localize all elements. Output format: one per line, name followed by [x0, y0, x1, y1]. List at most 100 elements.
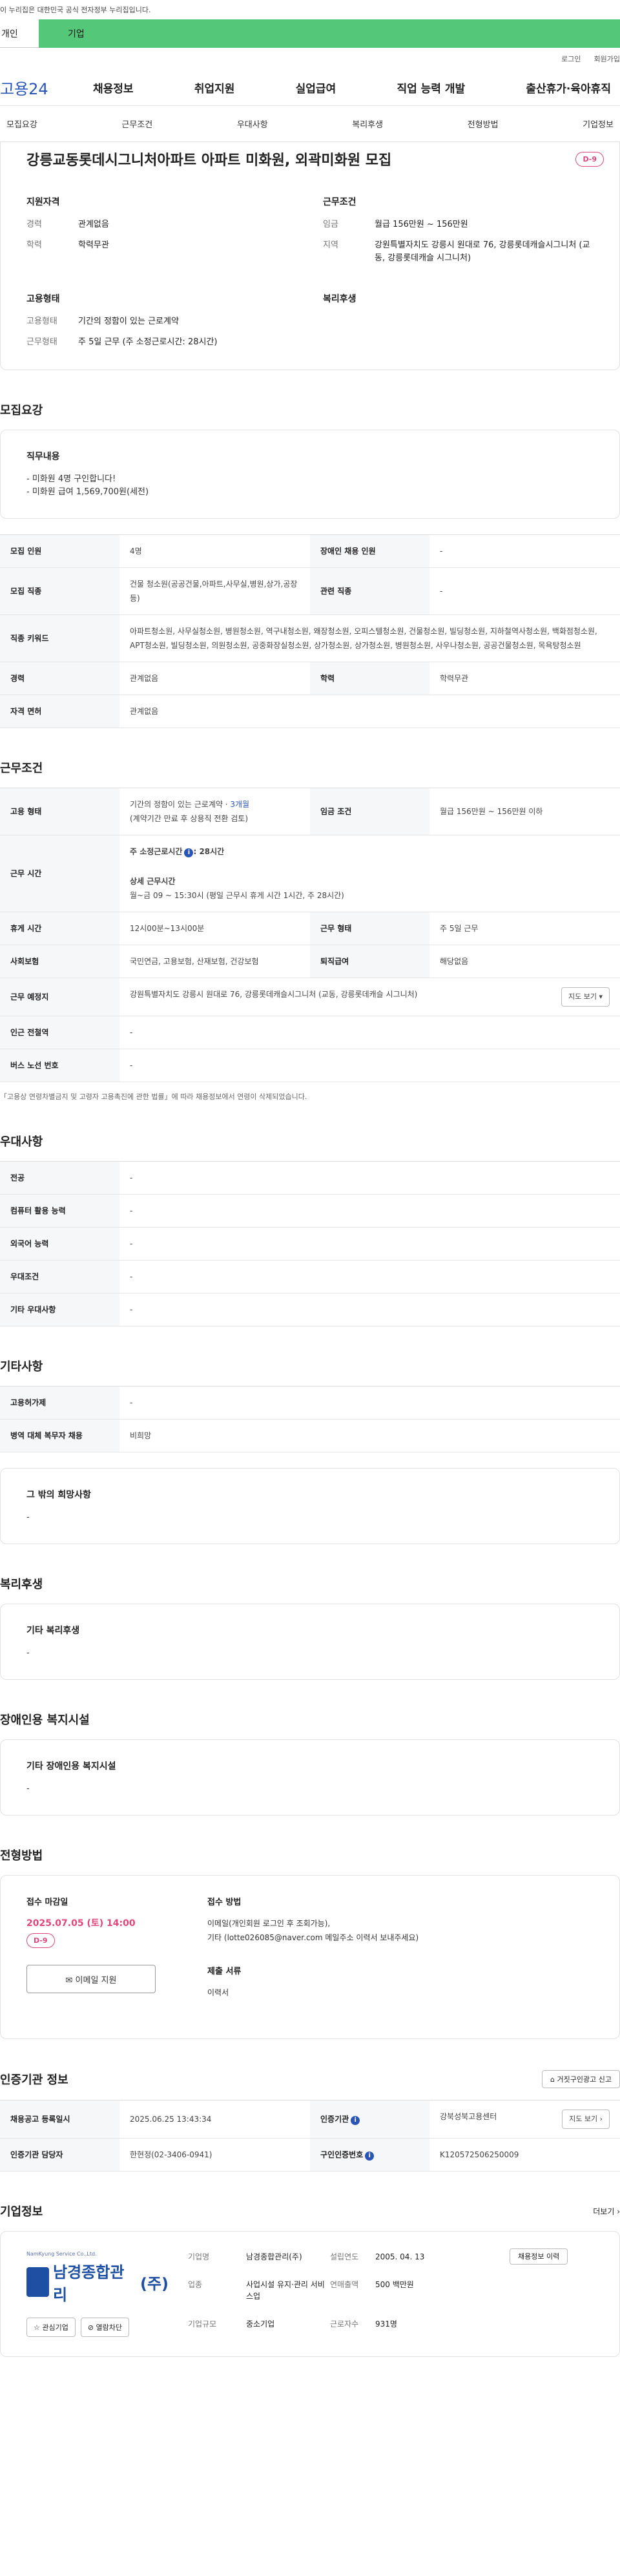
label: 퇴직급여	[310, 945, 429, 978]
label: 인근 전철역	[0, 1016, 119, 1049]
label: 고용허가제	[0, 1386, 119, 1419]
recruit-table: 모집 인원 4명 장애인 채용 인원 - 모집 직종 건물 청소원(공공건물,아…	[0, 534, 620, 728]
label: 채용공고 등록일시	[0, 2100, 119, 2139]
more-link[interactable]: 더보기 ›	[593, 2206, 620, 2217]
join-link[interactable]: 회원가입	[594, 54, 620, 64]
site-logo[interactable]: 고용24	[0, 76, 84, 99]
place-value: 강원특별자치도 강릉시 원대로 76, 강릉롯데캐슬시그니처 (교동, 강릉롯데…	[130, 990, 418, 999]
docs-value: 이력서	[207, 1988, 229, 1997]
company-logo-tag: (주)	[140, 2274, 169, 2293]
value: -	[429, 534, 620, 568]
table-row: 고용 형태 기간의 정함이 있는 근로계약 · 3개월 (계약기간 만료 후 상용…	[0, 788, 620, 835]
value: -	[119, 1386, 620, 1419]
value: 해당없음	[429, 945, 620, 978]
label: 근무 예정지	[0, 978, 119, 1016]
map-view-button[interactable]: 지도 보기 ▾	[561, 987, 610, 1007]
label: 근무 형태	[310, 912, 429, 945]
label: 우대조건	[0, 1260, 119, 1293]
table-row: 근무 예정지 지도 보기 ▾ 강원특별자치도 강릉시 원대로 76, 강릉롯데캐슬…	[0, 978, 620, 1016]
summary-education: 학력 학력무관	[26, 239, 297, 252]
mail-icon: ✉	[65, 1975, 76, 1985]
label-text: 구인인증번호	[320, 2150, 364, 2159]
table-row: 자격 면허 관계없음	[0, 695, 620, 728]
value-text: 기간의 정함이 있는 근로계약 ·	[130, 800, 231, 809]
label: 모집 인원	[0, 534, 119, 568]
label: 고용형태	[26, 317, 57, 326]
value: -	[119, 1016, 620, 1049]
tab-preference[interactable]: 우대사항	[231, 118, 274, 130]
tab-conditions[interactable]: 근무조건	[115, 118, 159, 130]
label: 임금 조건	[310, 788, 429, 835]
gnb-item-jobs[interactable]: 채용정보	[84, 79, 143, 96]
table-row: 사회보험 국민연금, 고용보험, 산재보험, 건강보험 퇴직급여 해당없음	[0, 945, 620, 978]
value: -	[119, 1161, 620, 1195]
company-logo-en: NamKyung Service Co.,Ltd.	[26, 2251, 97, 2257]
tab-recruit[interactable]: 모집요강	[0, 118, 44, 130]
section-title-etc: 기타사항	[0, 1360, 43, 1374]
block-company-button[interactable]: ⊘ 열람차단	[80, 2318, 130, 2337]
gnb-item-training[interactable]: 직업 능력 개발	[388, 79, 474, 96]
label: 휴게 시간	[0, 912, 119, 945]
table-row: 버스 노선 번호 -	[0, 1049, 620, 1082]
company-header: 기업정보 더보기 ›	[0, 2203, 620, 2219]
value: -	[429, 567, 620, 615]
value: 관계없음	[119, 695, 620, 728]
info-icon[interactable]: i	[351, 2116, 360, 2125]
job-title: 강릉교동롯데시그니처아파트 아파트 미화원, 외곽미화원 모집	[26, 152, 392, 169]
label: 기업규모	[188, 2319, 217, 2329]
summary-type: 고용형태 기간의 정함이 있는 근로계약	[26, 315, 297, 328]
etc-box-value: -	[26, 1513, 30, 1522]
report-fake-ad-button[interactable]: ⌂ 거짓구인광고 신고	[542, 2070, 620, 2088]
value: 강원특별자치도 강릉시 원대로 76, 강릉롯데캐슬시그니처 (교동, 강릉롯데…	[375, 240, 590, 263]
gnb-item-leave[interactable]: 출산휴가·육아휴직	[517, 79, 620, 96]
tab-apply-method[interactable]: 전형방법	[461, 118, 505, 130]
section-title-company: 기업정보	[0, 2205, 43, 2219]
value: 2025.06.25 13:43:34	[119, 2100, 310, 2139]
value: 주 소정근로시간 i: 28시간 상세 근무시간 월~금 09 ~ 15:30시 …	[119, 835, 620, 912]
section-title-recruit: 모집요강	[0, 404, 43, 417]
company-logo-mark: 남경종합관리 (주)	[26, 2259, 169, 2305]
label: 연매출액	[330, 2280, 359, 2289]
home-icon: ⌂	[550, 2075, 557, 2084]
duty-title: 직무내용	[26, 452, 60, 462]
gnb-item-unemployment[interactable]: 실업급여	[287, 79, 346, 96]
label: 임금	[323, 220, 338, 229]
label: 근무형태	[26, 337, 57, 347]
info-icon[interactable]: i	[184, 848, 194, 857]
agency-header: 인증기관 정보 ⌂ 거짓구인광고 신고	[0, 2070, 620, 2088]
gnb-menu: 채용정보 취업지원 실업급여 직업 능력 개발 출산휴가·육아휴직	[84, 79, 620, 96]
preference-table: 전공 - 컴퓨터 활용 능력 - 외국어 능력 - 우대조건 - 기타 우대사항 -	[0, 1161, 620, 1326]
email-apply-button[interactable]: ✉ 이메일 지원	[26, 1965, 156, 1993]
company-job-history-button[interactable]: 채용정보 이력	[510, 2248, 568, 2265]
value-text: 강북성북고용센터	[440, 2112, 497, 2121]
tab-company[interactable]: 기업정보	[576, 118, 620, 130]
info-icon[interactable]: i	[365, 2152, 375, 2161]
section-title-apply: 전형방법	[0, 1849, 43, 1863]
value: K120572506250009	[429, 2138, 620, 2172]
value: 한현정(02-3406-0941)	[119, 2138, 310, 2172]
util-links: 로그인 회원가입	[0, 48, 620, 70]
tab-welfare[interactable]: 복리후생	[346, 118, 389, 130]
table-row: 고용허가제 -	[0, 1386, 620, 1419]
gnb-item-support[interactable]: 취업지원	[185, 79, 244, 96]
method-line: 이메일(개인회원 로그인 후 조회가능),	[207, 1919, 331, 1928]
favorite-company-button[interactable]: ☆ 관심기업	[26, 2318, 76, 2337]
label: 기타 우대사항	[0, 1293, 119, 1326]
docs-label: 제출 서류	[207, 1967, 242, 1976]
label: 기업명	[188, 2252, 210, 2261]
agency-map-button[interactable]: 지도 보기 ›	[562, 2110, 610, 2129]
label: 자격 면허	[0, 695, 119, 728]
summary-wage: 임금 월급 156만원 ~ 156만원	[323, 218, 594, 231]
section-title-preference: 우대사항	[0, 1135, 43, 1149]
company-actions: ☆ 관심기업 ⊘ 열람차단	[26, 2318, 169, 2337]
gov-banner-text: 이 누리집은 대한민국 공식 전자정부 누리집입니다.	[0, 6, 151, 14]
table-row: 전공 -	[0, 1161, 620, 1195]
personal-tab[interactable]: 개인	[0, 19, 39, 48]
summary-region: 지역 강원특별자치도 강릉시 원대로 76, 강릉롯데캐슬시그니처 (교동, 강릉…	[323, 239, 594, 265]
deadline-value: 2025.07.05 (토) 14:00	[26, 1918, 136, 1929]
company-tab[interactable]: 기업	[39, 19, 620, 48]
login-link[interactable]: 로그인	[561, 54, 581, 64]
summary-welfare-title: 복리후생	[323, 294, 356, 304]
value: 기간의 정함이 있는 근로계약	[78, 317, 179, 326]
label: 전공	[0, 1161, 119, 1195]
